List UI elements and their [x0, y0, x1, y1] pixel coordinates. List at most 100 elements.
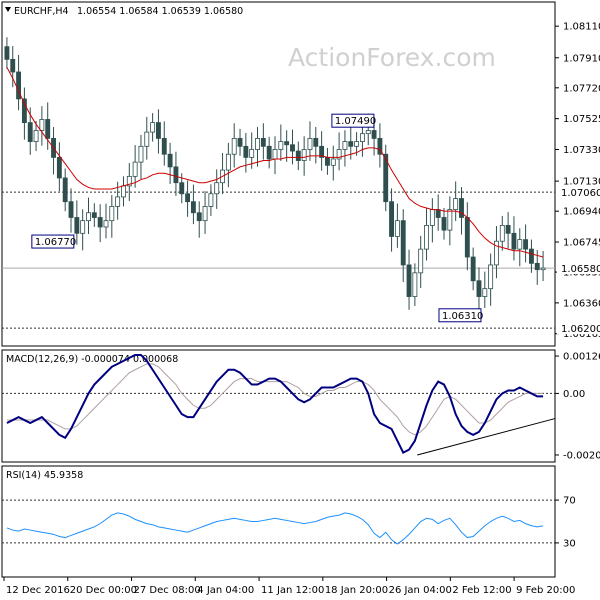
- dropdown-triangle-icon[interactable]: [5, 7, 11, 12]
- candle: [476, 267, 482, 312]
- candle-body: [359, 133, 365, 142]
- candle: [225, 142, 231, 188]
- candle: [505, 212, 511, 249]
- candle-body: [179, 182, 185, 195]
- candle-body: [295, 150, 301, 161]
- candle-body: [86, 212, 91, 222]
- candle-body: [429, 209, 435, 226]
- candle: [56, 142, 62, 192]
- macd-axis: 0.001263 0.00 -0.00208: [555, 352, 600, 461]
- candle-body: [505, 224, 511, 234]
- candle: [214, 169, 220, 209]
- candle-body: [406, 264, 412, 297]
- candle: [494, 226, 499, 279]
- candle: [196, 201, 202, 238]
- price-tick-label: 1.07330: [563, 145, 600, 156]
- price-tick-label: 1.07910: [563, 53, 600, 64]
- candle: [156, 109, 161, 154]
- candle-body: [389, 201, 394, 237]
- candle: [319, 131, 325, 171]
- candle-body: [313, 138, 319, 147]
- candle-body: [173, 166, 179, 184]
- candle-body: [482, 288, 488, 297]
- candle-body: [68, 201, 74, 218]
- macd-tick-label: 0.001263: [563, 352, 600, 363]
- candle: [103, 203, 109, 239]
- candle-body: [62, 177, 68, 203]
- price-axis-highlight-label: 1.06580: [561, 264, 600, 275]
- candle: [377, 123, 383, 168]
- candle-body: [307, 138, 313, 150]
- candle-body: [185, 193, 191, 203]
- candle-body: [534, 262, 540, 271]
- price-tick-label: 1.07130: [563, 177, 600, 188]
- price-tick-label: 1.07720: [563, 83, 600, 94]
- candle-body: [144, 131, 150, 147]
- candle: [400, 209, 406, 283]
- price-tick-label: 1.06745: [563, 238, 600, 249]
- macd-signal-line: [6, 363, 544, 436]
- price-callout: 1.06770: [31, 234, 76, 249]
- candle-body: [202, 206, 208, 222]
- candle-body: [342, 141, 348, 150]
- candle: [389, 188, 394, 252]
- candle-body: [10, 58, 16, 73]
- candle-body: [190, 201, 196, 214]
- candle-body: [74, 217, 80, 234]
- candle: [16, 54, 22, 111]
- candle-body: [284, 141, 290, 146]
- symbol-timeframe: EURCHF,H4: [14, 6, 69, 17]
- candle: [190, 184, 196, 225]
- candle-body: [56, 156, 62, 179]
- time-tick-label: 4 Jan 04:00: [197, 585, 254, 596]
- candle-body: [523, 239, 529, 250]
- candle: [523, 224, 529, 263]
- candle: [435, 194, 441, 231]
- chart-window: ActionForex.com EURCHF,H4 1.06554 1.0658…: [0, 0, 600, 600]
- candle: [109, 195, 115, 238]
- candle: [313, 127, 319, 164]
- callout-label: 1.06310: [442, 311, 483, 322]
- candle: [51, 127, 56, 175]
- candle-body: [488, 264, 494, 290]
- candle: [418, 235, 424, 289]
- candle-body: [243, 145, 249, 158]
- candle: [511, 216, 517, 261]
- candle: [97, 204, 103, 243]
- candle-body: [237, 138, 243, 147]
- candle-body: [208, 193, 214, 207]
- macd-trendline: [417, 418, 556, 456]
- candle: [290, 129, 295, 165]
- candle-body: [103, 220, 109, 228]
- candle: [540, 251, 546, 282]
- candle: [126, 163, 132, 202]
- candle-body: [255, 138, 260, 150]
- time-tick-label: 26 Jan 04:00: [389, 585, 452, 596]
- candle-body: [441, 217, 447, 231]
- rsi-line: [6, 512, 544, 545]
- candle: [441, 208, 447, 240]
- rsi-panel-frame: [1, 465, 556, 578]
- candle: [488, 253, 494, 306]
- candle-body: [80, 220, 86, 234]
- candle: [237, 128, 243, 156]
- candle: [260, 123, 266, 160]
- macd-tick-label: -0.00208: [563, 450, 600, 461]
- candles-series: [4, 37, 546, 312]
- candle-body: [453, 198, 459, 210]
- candle-body: [4, 46, 10, 60]
- candle: [342, 130, 348, 167]
- candle-body: [348, 141, 354, 147]
- candle-body: [225, 153, 231, 171]
- candle: [307, 121, 313, 161]
- candle-body: [196, 212, 202, 222]
- time-tick-label: 2 Feb 12:00: [452, 585, 511, 596]
- chart-canvas: ActionForex.com EURCHF,H4 1.06554 1.0658…: [1, 1, 600, 596]
- candle: [336, 132, 342, 171]
- candle: [21, 87, 27, 140]
- candle-body: [365, 130, 371, 135]
- candle-body: [33, 130, 39, 142]
- candle: [144, 116, 150, 160]
- callout-label: 1.07490: [335, 116, 376, 127]
- candle-body: [45, 119, 51, 139]
